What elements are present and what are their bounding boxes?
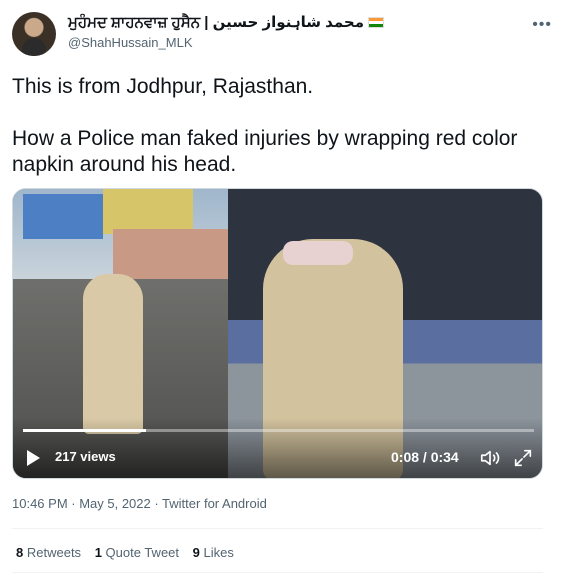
video-progress-bar[interactable] <box>23 429 534 432</box>
video-views: 217 views <box>55 449 116 464</box>
fullscreen-icon[interactable] <box>512 447 534 469</box>
quote-tweets-label: Quote Tweet <box>105 545 180 560</box>
tweet-text: This is from Jodhpur, Rajasthan. How a P… <box>12 74 552 204</box>
tweet-header: ਮੁਹੰਮਦ ਸ਼ਾਹਨਵਾਜ਼ ਹੁਸੈਨ | محمد شاہنواز حس… <box>12 10 562 58</box>
divider <box>12 572 543 573</box>
video-controls-overlay <box>13 418 542 478</box>
video-frame-building <box>103 189 193 234</box>
likes-label: Likes <box>203 545 234 560</box>
likes-count: 9 <box>192 545 200 560</box>
video-frame-police-officer <box>83 274 143 434</box>
video-player[interactable]: 217 views 0:08 / 0:34 <box>12 188 543 479</box>
tweet-text-line-1: This is from Jodhpur, Rajasthan. <box>12 75 314 98</box>
video-frame-building <box>23 194 103 239</box>
play-icon[interactable] <box>27 450 40 466</box>
display-name[interactable]: ਮੁਹੰਮਦ ਸ਼ਾਹਨਵਾਜ਼ ਹੁਸੈਨ | محمد شاہنواز حس… <box>68 14 384 32</box>
retweets-count: 8 <box>16 545 24 560</box>
divider <box>12 528 543 529</box>
video-time: 0:08 / 0:34 <box>391 449 459 465</box>
author-names: ਮੁਹੰਮਦ ਸ਼ਾਹਨਵਾਜ਼ ਹੁਸੈਨ | محمد شاہنواز حس… <box>68 14 384 52</box>
tweet-text-line-2: How a Police man faked injuries by wrapp… <box>12 127 518 176</box>
more-options-icon[interactable]: ••• <box>532 16 552 34</box>
likes-stat[interactable]: 9 Likes <box>193 545 234 560</box>
user-handle[interactable]: @ShahHussain_MLK <box>68 34 384 52</box>
video-progress-fill <box>23 429 146 432</box>
display-name-text: ਮੁਹੰਮਦ ਸ਼ਾਹਨਵਾਜ਼ ਹੁਸੈਨ | محمد شاہنواز حس… <box>68 14 364 31</box>
tweet-timestamp-source[interactable]: 10:46 PM · May 5, 2022 · Twitter for And… <box>12 496 267 511</box>
quote-tweets-stat[interactable]: 1 Quote Tweet <box>95 545 179 560</box>
india-flag-icon <box>367 17 384 28</box>
avatar[interactable] <box>12 12 56 56</box>
retweets-stat[interactable]: 8 Retweets <box>16 545 81 560</box>
tweet: ਮੁਹੰਮਦ ਸ਼ਾਹਨਵਾਜ਼ ਹੁਸੈਨ | محمد شاہنواز حس… <box>0 0 577 577</box>
retweets-label: Retweets <box>26 545 82 560</box>
quote-tweets-count: 1 <box>94 545 102 560</box>
volume-icon[interactable] <box>479 447 501 469</box>
video-frame-head-napkin <box>283 241 353 265</box>
tweet-stats: 8 Retweets 1 Quote Tweet 9 Likes <box>16 545 244 560</box>
